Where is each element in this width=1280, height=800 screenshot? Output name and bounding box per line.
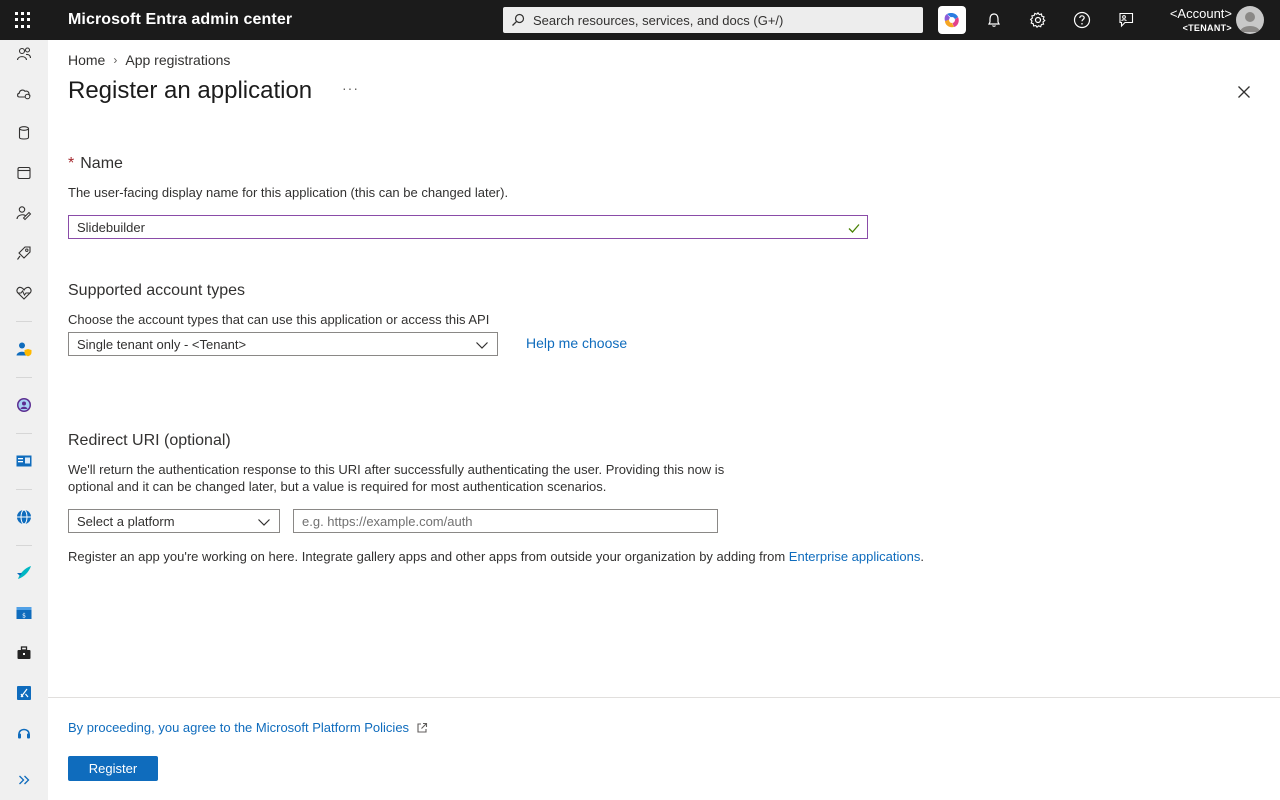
id-card-icon[interactable] [12, 449, 36, 473]
register-button[interactable]: Register [68, 756, 158, 781]
breadcrumb-home[interactable]: Home [68, 52, 105, 68]
platform-dropdown-placeholder: Select a platform [77, 513, 175, 529]
redirect-uri-label: Redirect URI (optional) [68, 432, 231, 449]
avatar[interactable] [1236, 6, 1264, 34]
close-icon [1238, 86, 1250, 98]
briefcase-icon[interactable] [12, 641, 36, 665]
rail-divider [16, 321, 32, 322]
heart-icon[interactable] [12, 281, 36, 305]
redirect-uri-input[interactable]: e.g. https://example.com/auth [293, 509, 718, 533]
enterprise-applications-link[interactable]: Enterprise applications [789, 549, 921, 564]
main-content: Home › App registrations Register an app… [48, 40, 1280, 800]
chevron-down-icon [476, 342, 488, 349]
name-label: * Name [68, 155, 123, 173]
account-types-description: Choose the account types that can use th… [68, 312, 490, 327]
chevron-down-icon [258, 519, 270, 526]
name-description: The user-facing display name for this ap… [68, 185, 509, 200]
account-info[interactable]: <Account> <TENANT> [1148, 6, 1232, 34]
register-note-text: Register an app you're working on here. … [68, 549, 789, 564]
platform-policies-link[interactable]: By proceeding, you agree to the Microsof… [68, 720, 429, 735]
rocket-icon[interactable] [12, 241, 36, 265]
redirect-uri-description: We'll return the authentication response… [68, 461, 724, 495]
top-bar: Microsoft Entra admin center Search reso… [0, 0, 1280, 40]
register-note-end: . [920, 549, 924, 564]
close-button[interactable] [1234, 82, 1254, 102]
cloud-icon[interactable] [12, 81, 36, 105]
gear-icon[interactable] [1027, 9, 1049, 31]
required-marker: * [68, 155, 75, 172]
bell-icon[interactable] [983, 9, 1005, 31]
app-store-icon[interactable] [12, 681, 36, 705]
svg-text:$: $ [22, 613, 26, 620]
billing-icon[interactable]: $ [12, 601, 36, 625]
copilot-icon[interactable] [938, 6, 966, 34]
calendar-icon[interactable] [12, 161, 36, 185]
account-types-selected: Single tenant only - <Tenant> [77, 336, 247, 352]
breadcrumb-app-registrations[interactable]: App registrations [125, 52, 230, 68]
identity-protection-icon[interactable] [12, 393, 36, 417]
expand-icon[interactable] [12, 768, 36, 792]
app-title[interactable]: Microsoft Entra admin center [68, 11, 292, 29]
page-title: Register an application [68, 77, 313, 104]
footer: By proceeding, you agree to the Microsof… [48, 697, 1280, 800]
account-types-label: Supported account types [68, 282, 246, 299]
breadcrumb: Home › App registrations [68, 52, 230, 68]
name-input[interactable]: Slidebuilder [68, 215, 868, 239]
user-shield-icon[interactable] [12, 337, 36, 361]
app-launcher-icon[interactable] [12, 9, 34, 31]
account-types-dropdown[interactable]: Single tenant only - <Tenant> [68, 332, 498, 356]
help-me-choose-link[interactable]: Help me choose [526, 335, 627, 351]
search-placeholder: Search resources, services, and docs (G+… [533, 12, 784, 28]
platform-dropdown[interactable]: Select a platform [68, 509, 280, 533]
rail-divider [16, 433, 32, 434]
valid-check-icon [848, 224, 860, 233]
account-name: <Account> [1169, 6, 1232, 21]
identity-icon[interactable] [12, 201, 36, 225]
database-icon[interactable] [12, 121, 36, 145]
rail-divider [16, 489, 32, 490]
feedback-icon[interactable] [1115, 9, 1137, 31]
help-icon[interactable] [1071, 9, 1093, 31]
redirect-description-line1: We'll return the authentication response… [68, 462, 725, 477]
plane-icon[interactable] [12, 561, 36, 585]
search-box[interactable]: Search resources, services, and docs (G+… [503, 7, 923, 33]
name-input-value: Slidebuilder [77, 219, 145, 235]
more-options-button[interactable]: ··· [342, 80, 359, 96]
name-label-text: Name [80, 155, 123, 172]
rail-divider [16, 377, 32, 378]
rail-divider [16, 545, 32, 546]
users-icon[interactable] [12, 42, 36, 66]
external-link-icon [417, 722, 428, 733]
tenant-name: <TENANT> [1182, 23, 1232, 33]
search-icon [512, 13, 525, 26]
left-rail: $ [0, 40, 48, 800]
support-icon[interactable] [12, 721, 36, 745]
redirect-uri-placeholder: e.g. https://example.com/auth [302, 513, 473, 529]
platform-policies-text[interactable]: By proceeding, you agree to the Microsof… [68, 720, 409, 735]
register-note: Register an app you're working on here. … [68, 549, 924, 564]
globe-icon[interactable] [12, 505, 36, 529]
redirect-description-line2: optional and it can be changed later, bu… [68, 479, 607, 494]
breadcrumb-separator: › [113, 53, 118, 67]
